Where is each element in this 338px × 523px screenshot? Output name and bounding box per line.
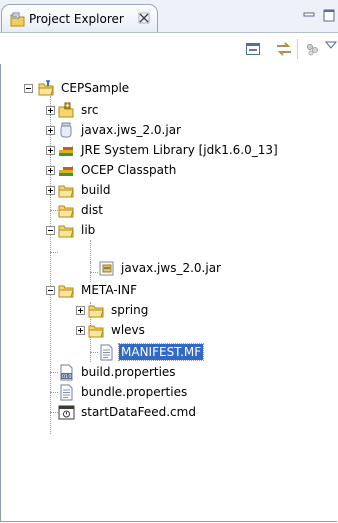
tree-item-build-properties[interactable]: 010 build.properties bbox=[58, 362, 178, 382]
tree-item-dist[interactable]: dist bbox=[58, 200, 105, 220]
expand-toggle[interactable] bbox=[46, 106, 55, 115]
expand-toggle[interactable] bbox=[46, 146, 55, 155]
minimize-icon[interactable] bbox=[303, 12, 315, 17]
folder-icon bbox=[88, 322, 105, 339]
tree-item-label: spring bbox=[111, 303, 149, 317]
tree-item-label: javax.jws_2.0.jar bbox=[121, 261, 221, 275]
view-toolbar bbox=[0, 33, 338, 64]
tree-item-label: META-INF bbox=[81, 283, 138, 297]
tree-item-label: wlevs bbox=[111, 323, 145, 337]
tree-item-label: build bbox=[81, 183, 111, 197]
project-explorer-icon bbox=[10, 12, 26, 31]
project-name: CEPSample bbox=[61, 81, 130, 95]
tree-guide-lib bbox=[90, 240, 92, 262]
collapse-toggle[interactable] bbox=[46, 286, 55, 295]
tree-guide-h bbox=[50, 372, 58, 374]
tree-guide-h bbox=[90, 272, 98, 274]
maximize-icon[interactable] bbox=[323, 9, 335, 22]
tree-item-wlevs[interactable]: wlevs bbox=[88, 320, 147, 340]
filters-icon[interactable] bbox=[305, 41, 321, 60]
collapse-toggle[interactable] bbox=[46, 226, 55, 235]
tree-item-label: dist bbox=[81, 203, 103, 217]
tree-guide-h bbox=[50, 412, 58, 414]
tree-item-project[interactable]: CEPSample bbox=[38, 78, 131, 98]
collapse-all-icon[interactable] bbox=[245, 41, 261, 60]
tree-item-meta-inf[interactable]: META-INF bbox=[58, 280, 139, 300]
folder-icon bbox=[58, 202, 75, 219]
expand-toggle[interactable] bbox=[46, 126, 55, 135]
project-folder-icon bbox=[38, 79, 55, 97]
tree-item-label: bundle.properties bbox=[81, 385, 188, 399]
view-tab-strip: Project Explorer bbox=[0, 0, 338, 33]
svg-text:010: 010 bbox=[62, 374, 72, 380]
tree-item-label: build.properties bbox=[81, 365, 176, 379]
view-menu-icon[interactable] bbox=[324, 39, 338, 53]
tree-item-build[interactable]: build bbox=[58, 180, 113, 200]
expand-toggle[interactable] bbox=[76, 306, 85, 315]
tree-item-manifest[interactable]: MANIFEST.MF bbox=[98, 342, 205, 362]
folder-icon bbox=[58, 182, 75, 199]
expand-toggle[interactable] bbox=[46, 166, 55, 175]
tree-item-bundle-properties[interactable]: bundle.properties bbox=[58, 382, 189, 402]
tree-item-jre-library[interactable]: JRE System Library [jdk1.6.0_13] bbox=[58, 140, 280, 160]
tree-item-src[interactable]: src bbox=[58, 100, 101, 120]
text-file-icon bbox=[58, 384, 75, 401]
tree-guide-h bbox=[50, 392, 58, 394]
source-folder-icon bbox=[58, 102, 75, 119]
collapse-toggle[interactable] bbox=[24, 84, 33, 93]
tree-item-label: MANIFEST.MF bbox=[117, 343, 205, 361]
folder-open-icon bbox=[58, 282, 75, 299]
jar-icon bbox=[58, 122, 75, 139]
tree-item-classpath[interactable]: OCEP Classpath bbox=[58, 160, 178, 180]
tree-item-spring[interactable]: spring bbox=[88, 300, 150, 320]
close-icon[interactable] bbox=[138, 12, 150, 27]
folder-icon bbox=[88, 302, 105, 319]
tree-item-label: lib bbox=[81, 223, 96, 237]
library-icon bbox=[58, 142, 75, 159]
tree-item-start-data-feed[interactable]: startDataFeed.cmd bbox=[58, 402, 198, 422]
tree-item-label: OCEP Classpath bbox=[81, 163, 177, 177]
tree-item-label: src bbox=[81, 103, 99, 117]
tree-item-jar[interactable]: javax.jws_2.0.jar bbox=[58, 120, 183, 140]
folder-open-icon bbox=[58, 222, 75, 239]
tree-item-label: startDataFeed.cmd bbox=[81, 405, 196, 419]
tree-guide-h bbox=[50, 252, 58, 254]
tree-item-lib-jar[interactable]: javax.jws_2.0.jar bbox=[98, 258, 223, 278]
library-icon bbox=[58, 162, 75, 179]
link-with-editor-icon[interactable] bbox=[275, 41, 293, 60]
tab-title: Project Explorer bbox=[29, 12, 124, 26]
tree-guide-h bbox=[50, 210, 58, 212]
toolbar-separator bbox=[297, 39, 298, 59]
tree-guide-h bbox=[90, 352, 98, 354]
window-controls bbox=[300, 8, 336, 27]
tree-item-label: JRE System Library [jdk1.6.0_13] bbox=[81, 143, 278, 157]
properties-file-icon: 010 bbox=[58, 364, 75, 381]
expand-toggle[interactable] bbox=[46, 186, 55, 195]
text-file-icon bbox=[98, 344, 115, 361]
jar-file-icon bbox=[98, 260, 115, 277]
command-file-icon bbox=[58, 404, 75, 421]
expand-toggle[interactable] bbox=[76, 326, 85, 335]
tab-project-explorer[interactable]: Project Explorer bbox=[1, 4, 158, 33]
tree-item-lib[interactable]: lib bbox=[58, 220, 97, 240]
tree-item-label: javax.jws_2.0.jar bbox=[81, 123, 181, 137]
